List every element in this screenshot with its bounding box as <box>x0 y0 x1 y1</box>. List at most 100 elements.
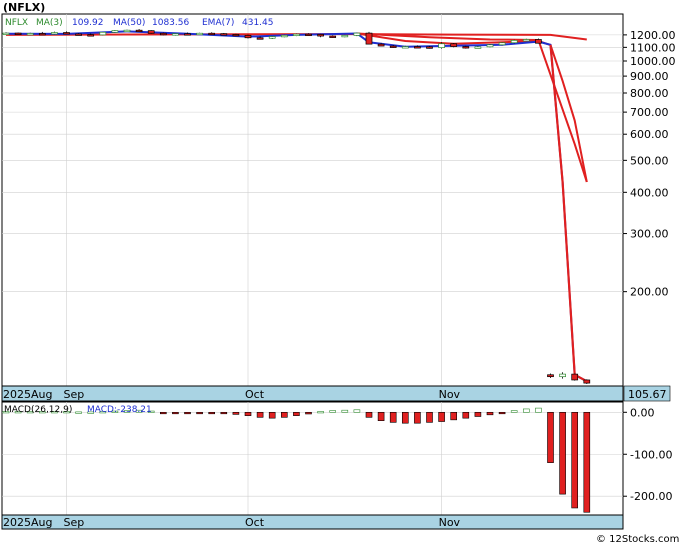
macd-bar <box>583 411 591 513</box>
price-tick-label: 700.00 <box>630 106 669 119</box>
candle-body <box>498 42 506 46</box>
candle-body <box>147 30 155 34</box>
candle-body <box>135 29 143 33</box>
candle-body <box>14 32 22 35</box>
macd-bar <box>232 411 240 415</box>
macd-bar <box>547 411 554 463</box>
macd-bar <box>486 411 494 416</box>
candle-body <box>220 33 228 36</box>
macd-x-label: 2025Aug <box>3 516 52 529</box>
macd-bar <box>571 411 579 509</box>
candle-body <box>341 35 349 38</box>
price-x-axis-band <box>1 385 624 402</box>
legend-ticker: NFLX <box>5 18 28 28</box>
candle-body <box>389 45 397 48</box>
macd-value: MACD:-238.21 <box>87 405 152 415</box>
price-tick-label: 900.00 <box>630 70 669 83</box>
stock-chart: (NFLX) 1200.001100.001000.00 900.00 800.00… <box>1 1 679 545</box>
candle-body <box>256 37 264 40</box>
macd-bar <box>280 411 288 418</box>
macd-bar <box>389 411 397 423</box>
candle-body <box>377 43 385 47</box>
price-x-label: 2025Aug <box>3 388 52 401</box>
price-tick-label: 1100.00 <box>630 41 676 54</box>
candle-body <box>26 33 34 36</box>
macd-tick-label: -100.00 <box>630 448 672 461</box>
price-x-label: Sep <box>64 388 85 401</box>
price-tick-label: 500.00 <box>630 154 669 167</box>
candle-body <box>208 32 216 36</box>
candle-body <box>401 46 409 49</box>
candle-body <box>559 373 566 378</box>
macd-bar <box>293 411 300 416</box>
chart-symbol-title: (NFLX) <box>3 1 45 14</box>
candle-body <box>87 34 95 37</box>
legend-ma50-value: 1083.56 <box>152 18 189 28</box>
candle-body <box>426 46 433 49</box>
macd-tick-label: 0.00 <box>630 406 655 419</box>
candle-body <box>280 35 288 38</box>
candle-body <box>293 33 300 37</box>
macd-bar <box>365 411 373 418</box>
macd-bar <box>559 411 566 495</box>
macd-bar <box>75 411 82 414</box>
macd-bar <box>220 411 228 415</box>
macd-tick-label: -200.00 <box>630 490 672 503</box>
candle-body <box>462 46 470 49</box>
candle-body <box>353 32 361 36</box>
macd-bar <box>196 411 203 415</box>
candle-body <box>583 379 591 384</box>
price-panel <box>1 13 624 402</box>
candle-body <box>317 34 324 37</box>
price-tick-label: 200.00 <box>630 286 669 299</box>
price-tick-label: 1000.00 <box>630 55 676 68</box>
macd-bar <box>414 411 421 424</box>
candle-body <box>123 29 131 33</box>
macd-bar <box>353 409 361 413</box>
price-y-axis: 1200.001100.001000.00 900.00 800.00 700.00 6… <box>623 29 676 299</box>
macd-y-axis: 0.00 -100.00 -200.00 <box>623 406 672 503</box>
candle-body <box>535 39 542 44</box>
macd-bar <box>450 411 458 421</box>
legend-ema7-value: 431.45 <box>242 18 274 28</box>
candle-body <box>329 35 337 38</box>
macd-bar <box>426 411 433 423</box>
macd-bar <box>160 411 167 415</box>
candle-body <box>184 33 191 36</box>
candle-body <box>99 31 107 36</box>
legend-ma50: MA(50) <box>113 18 145 28</box>
price-legend: NFLX MA(3) 109.92 MA(50) 1083.56 EMA(7) … <box>5 18 274 28</box>
candle-body <box>159 32 167 36</box>
macd-bar <box>329 410 337 413</box>
price-tick-label: 400.00 <box>630 186 669 199</box>
price-tick-label: 1200.00 <box>630 29 676 42</box>
macd-bar <box>535 407 542 413</box>
candle-body <box>2 32 10 35</box>
price-tick-label: 300.00 <box>630 228 669 241</box>
candle-body <box>196 32 203 36</box>
candle-body <box>414 46 421 49</box>
macd-x-label: Oct <box>245 516 265 529</box>
candle-body <box>51 32 58 35</box>
macd-bar <box>317 411 324 414</box>
legend-ma3: MA(3) <box>36 18 63 28</box>
copyright: © 12Stocks.com <box>596 534 679 545</box>
macd-x-label: Nov <box>439 516 461 529</box>
candle-body <box>571 373 579 381</box>
candle-body <box>232 34 240 37</box>
macd-bar <box>172 411 179 415</box>
candle-body <box>547 374 554 378</box>
candle-body <box>305 33 312 37</box>
price-tick-label: 800.00 <box>630 87 669 100</box>
macd-bar <box>474 411 482 417</box>
candle-body <box>75 33 82 36</box>
candle-body <box>365 32 373 45</box>
candle-body <box>244 35 252 39</box>
price-tick-label: 600.00 <box>630 128 669 141</box>
candle-body <box>111 30 119 33</box>
legend-ema7: EMA(7) <box>202 18 234 28</box>
candle-body <box>450 43 458 47</box>
candle-body <box>510 40 518 44</box>
macd-bar <box>208 411 215 415</box>
legend-ma3-value: 109.92 <box>72 18 104 28</box>
